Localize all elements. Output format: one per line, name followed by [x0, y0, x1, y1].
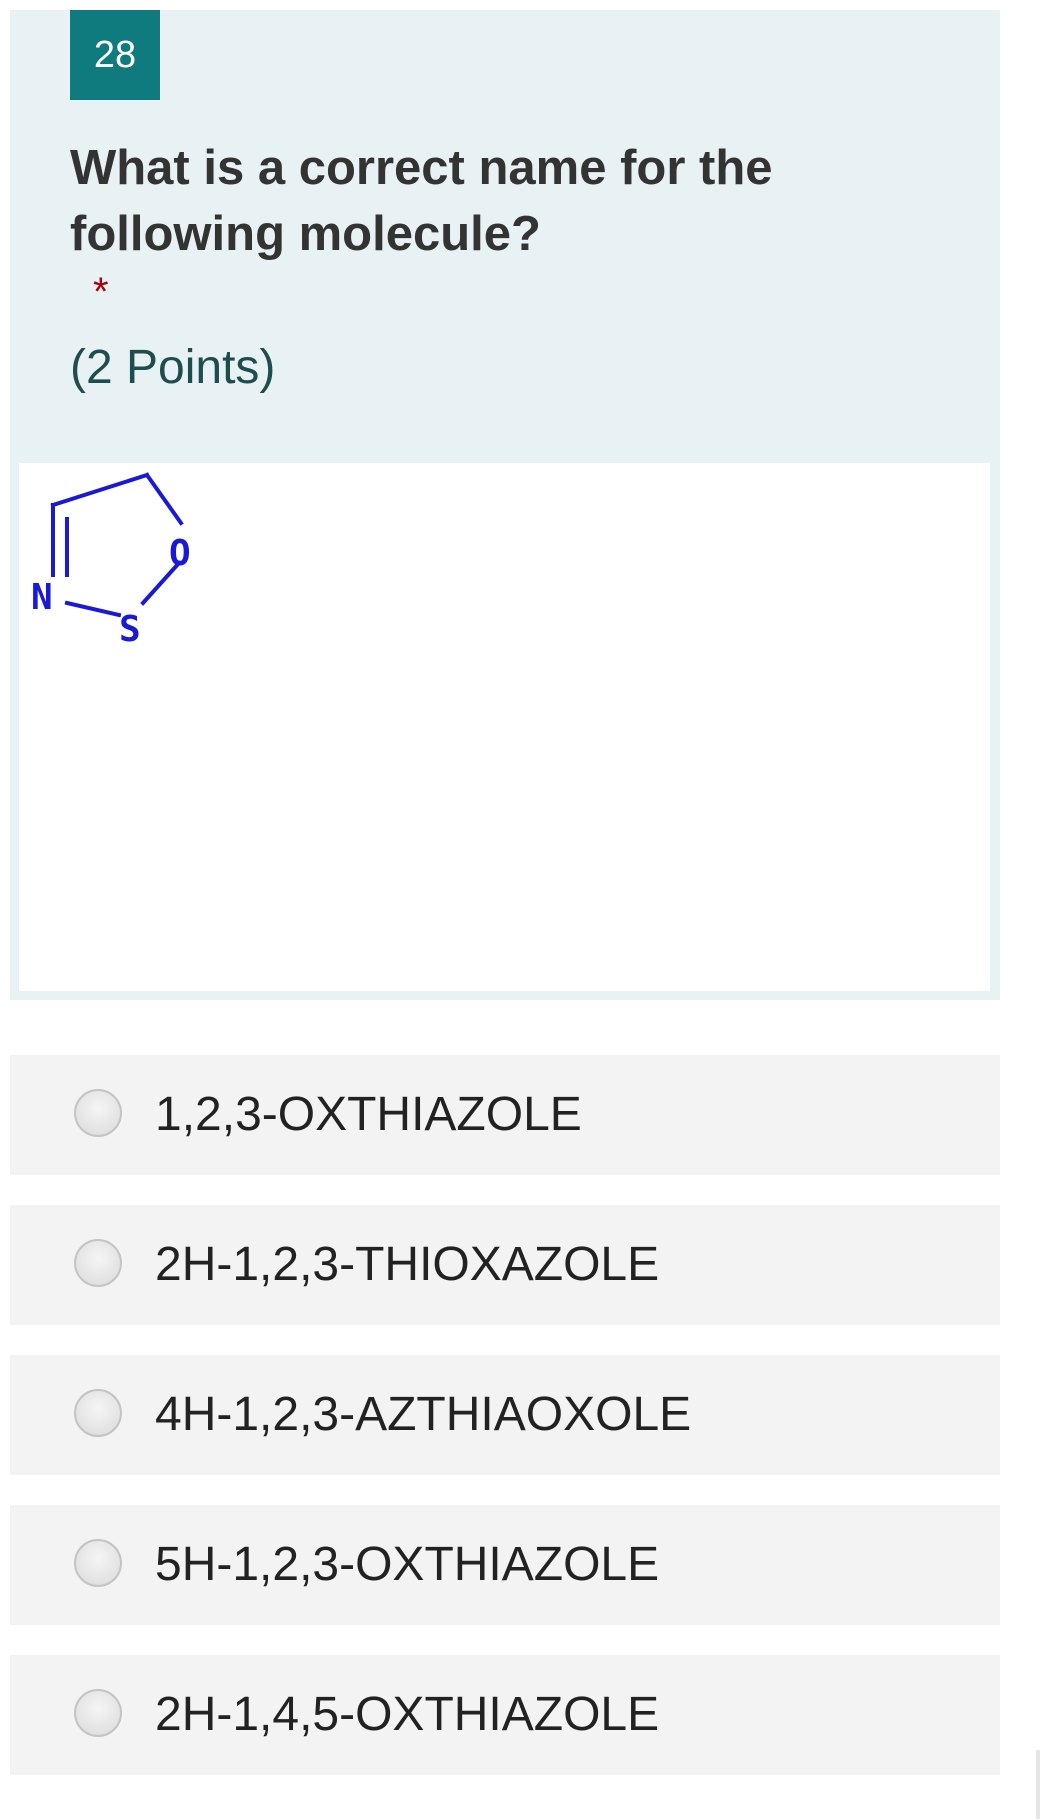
answer-option-label[interactable]: 4H-1,2,3-AZTHIAOXOLE [155, 1355, 691, 1475]
answer-option-1[interactable]: 1,2,3-OXTHIAZOLE [10, 1055, 1000, 1175]
radio-button-icon[interactable] [74, 1389, 122, 1437]
bond-c-o [144, 472, 184, 526]
radio-button-icon[interactable] [74, 1539, 122, 1587]
bond-n-s [64, 600, 122, 618]
atom-oxygen: O [169, 533, 191, 574]
question-points: (2 Points) [70, 341, 276, 394]
question-card: 28 What is a correct name for the follow… [10, 10, 1000, 1000]
question-number-badge: 28 [70, 10, 160, 100]
answer-option-4[interactable]: 5H-1,2,3-OXTHIAZOLE [10, 1505, 1000, 1625]
answer-option-label[interactable]: 5H-1,2,3-OXTHIAZOLE [155, 1505, 659, 1625]
radio-button-icon[interactable] [74, 1089, 122, 1137]
bond-top [50, 472, 150, 508]
molecule-image: N S O [19, 463, 990, 991]
answer-option-label[interactable]: 1,2,3-OXTHIAZOLE [155, 1055, 582, 1175]
radio-button-icon[interactable] [74, 1689, 122, 1737]
radio-button-icon[interactable] [74, 1239, 122, 1287]
question-title: What is a correct name for the following… [70, 141, 773, 261]
required-marker: * [93, 270, 109, 314]
scrollbar[interactable] [1036, 1750, 1040, 1819]
answer-option-label[interactable]: 2H-1,4,5-OXTHIAZOLE [155, 1655, 659, 1775]
atom-nitrogen: N [31, 577, 53, 618]
molecule-structure: N S O [31, 472, 191, 650]
answer-option-2[interactable]: 2H-1,2,3-THIOXAZOLE [10, 1205, 1000, 1325]
answer-option-3[interactable]: 4H-1,2,3-AZTHIAOXOLE [10, 1355, 1000, 1475]
answer-option-label[interactable]: 2H-1,2,3-THIOXAZOLE [155, 1205, 659, 1325]
answer-option-5[interactable]: 2H-1,4,5-OXTHIAZOLE [10, 1655, 1000, 1775]
atom-sulfur: S [119, 609, 141, 650]
